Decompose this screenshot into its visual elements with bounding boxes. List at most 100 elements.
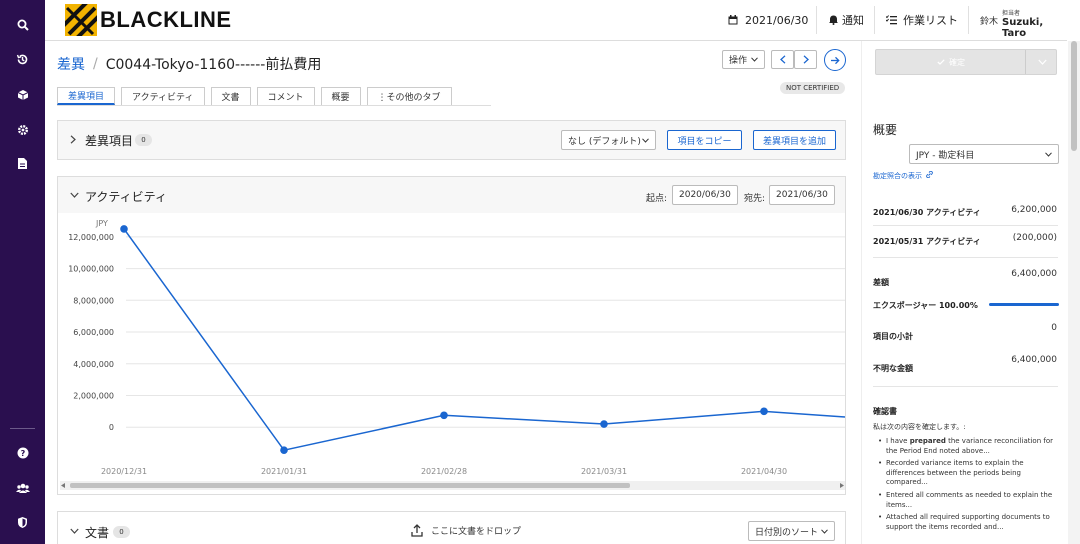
top-header: BLACKLINE 2021/06/30 通知 作業リスト 鈴木 担当者 Suz… <box>45 0 1067 41</box>
shield-icon[interactable] <box>14 514 31 531</box>
tab-variance-items[interactable]: 差異項目 <box>57 87 116 105</box>
chevron-down-icon <box>821 528 828 534</box>
subtotal-value: 0 <box>1051 323 1057 333</box>
chart-scroll-thumb[interactable] <box>70 483 630 488</box>
variance-items-panel: 差異項目 0 なし (デフォルト) 項目をコピー 差異項目を追加 <box>57 120 846 160</box>
series-line <box>123 228 846 452</box>
tab-bar: 差異項目 アクティビティ 文書 コメント 概要 ⋮その他のタブ <box>57 87 458 105</box>
prior-activity-value: (200,000) <box>1012 233 1057 243</box>
go-forward-button[interactable] <box>824 49 846 71</box>
tab-comments[interactable]: コメント <box>256 87 315 105</box>
summary-sidebar: 確定 概要 JPY - 勘定科目 勘定照合の表示 2021/06/30 アクティ… <box>861 41 1067 544</box>
copy-items-button[interactable]: 項目をコピー <box>667 130 742 150</box>
next-button[interactable] <box>794 50 817 69</box>
tab-more[interactable]: ⋮その他のタブ <box>366 87 452 105</box>
scroll-right-icon[interactable] <box>839 483 844 488</box>
header-divider <box>816 6 817 34</box>
page-vertical-scrollbar[interactable] <box>1068 41 1080 544</box>
current-activity-label: 2021/06/30 アクティビティ <box>873 208 981 217</box>
variance-filter-select[interactable]: なし (デフォルト) <box>561 130 656 150</box>
upload-icon <box>411 524 423 537</box>
variance-filter-value: なし (デフォルト) <box>568 136 641 147</box>
variance-items-title: 差異項目 <box>85 134 134 148</box>
scroll-left-icon[interactable] <box>61 483 66 488</box>
operations-label: 操作 <box>728 56 747 66</box>
variance-items-count: 0 <box>135 134 152 146</box>
tab-documents[interactable]: 文書 <box>210 87 251 105</box>
confirm-options-button[interactable] <box>1026 50 1058 74</box>
current-activity-value: 6,200,000 <box>1011 205 1057 215</box>
certification-intro: 私は次の内容を確定します。: <box>873 423 966 431</box>
confirm-button[interactable]: 確定 <box>876 50 1026 74</box>
breadcrumb-link-variance[interactable]: 差異 <box>57 54 85 74</box>
user-name: Suzuki, Taro <box>1002 17 1044 39</box>
worklist-button[interactable]: 作業リスト <box>886 0 958 40</box>
account-link-text: 勘定照合の表示 <box>873 172 922 180</box>
chart-horizontal-scrollbar[interactable] <box>60 481 845 490</box>
variance-items-header[interactable]: 差異項目 0 なし (デフォルト) 項目をコピー 差異項目を追加 <box>58 121 845 159</box>
summary-divider <box>873 225 1058 226</box>
exposure-progress-bar <box>989 303 1059 306</box>
history-icon[interactable] <box>14 51 31 68</box>
difference-value: 6,400,000 <box>1011 269 1057 279</box>
header-divider <box>874 6 875 34</box>
search-icon[interactable] <box>14 16 31 33</box>
header-divider <box>968 6 969 34</box>
gear-icon[interactable] <box>14 121 31 138</box>
unexplained-label: 不明な金額 <box>873 364 913 373</box>
confirm-split-button[interactable]: 確定 <box>875 49 1057 75</box>
chevron-down-icon <box>642 137 649 143</box>
chevron-down-icon[interactable] <box>70 192 79 198</box>
add-variance-item-button[interactable]: 差異項目を追加 <box>753 130 836 150</box>
activity-title: アクティビティ <box>85 190 167 204</box>
account-select[interactable]: JPY - 勘定科目 <box>909 144 1059 164</box>
activity-chart: JPY 12,000,000 10,000,000 8,000,000 6,000,00… <box>58 213 846 479</box>
user-role: 担当者 <box>1002 10 1021 17</box>
cube-icon[interactable] <box>14 86 31 103</box>
period-date[interactable]: 2021/06/30 <box>728 0 808 40</box>
data-point <box>760 407 768 416</box>
left-sidebar: ? <box>0 0 45 544</box>
certification-title: 確認書 <box>873 407 897 416</box>
user-menu[interactable]: 担当者 Suzuki, Taro <box>1002 8 1067 39</box>
view-account-reconciliation-link[interactable]: 勘定照合の表示 <box>873 170 934 181</box>
users-icon[interactable] <box>14 479 31 496</box>
help-icon[interactable]: ? <box>14 444 31 461</box>
difference-label: 差額 <box>873 278 889 287</box>
end-date-value: 2021/06/30 <box>776 190 828 200</box>
unexplained-value: 6,400,000 <box>1011 355 1057 365</box>
data-point <box>120 225 128 233</box>
main-content: 差異 / C0044-Tokyo-1160------前払費用 操作 NOT C… <box>45 41 857 544</box>
tabs-underline <box>57 105 491 106</box>
svg-text:?: ? <box>20 449 25 458</box>
page-scroll-thumb[interactable] <box>1071 41 1077 151</box>
logo-text: BLACKLINE <box>100 7 232 32</box>
tab-activity[interactable]: アクティビティ <box>121 87 205 105</box>
chevron-down-icon[interactable] <box>70 528 79 534</box>
document-icon[interactable] <box>14 155 31 172</box>
worklist-label: 作業リスト <box>903 14 958 27</box>
link-icon <box>926 170 934 179</box>
certification-status-badge: NOT CERTIFIED <box>780 82 846 94</box>
y-tick-label: 2,000,000 <box>73 391 114 400</box>
end-date-label: 宛先: <box>744 194 766 204</box>
previous-button[interactable] <box>771 50 794 69</box>
data-point <box>440 411 448 420</box>
user-first-name: 鈴木 <box>980 17 999 27</box>
activity-panel: アクティビティ 起点: 2020/06/30 宛先: 2021/06/30 JP… <box>57 176 846 495</box>
document-drop-zone[interactable]: ここに文書をドロップ <box>411 524 521 537</box>
tab-summary[interactable]: 概要 <box>320 87 361 105</box>
sort-by-date-select[interactable]: 日付別のソート <box>748 521 835 541</box>
start-date-select[interactable]: 2020/06/30 <box>672 185 738 205</box>
y-tick-label: 4,000,000 <box>73 360 114 369</box>
certification-item: I have prepared the variance reconciliat… <box>878 437 1058 456</box>
blackline-logo[interactable]: BLACKLINE <box>65 4 232 36</box>
documents-header[interactable]: 文書 0 ここに文書をドロップ 日付別のソート <box>58 512 845 544</box>
activity-header[interactable]: アクティビティ 起点: 2020/06/30 宛先: 2021/06/30 <box>58 177 845 213</box>
operations-dropdown[interactable]: 操作 <box>722 50 765 69</box>
x-tick-label: 2021/01/31 <box>261 467 307 476</box>
end-date-select[interactable]: 2021/06/30 <box>769 185 835 205</box>
chevron-right-icon[interactable] <box>70 135 76 144</box>
summary-title: 概要 <box>873 123 898 137</box>
notifications-button[interactable]: 通知 <box>829 0 864 40</box>
